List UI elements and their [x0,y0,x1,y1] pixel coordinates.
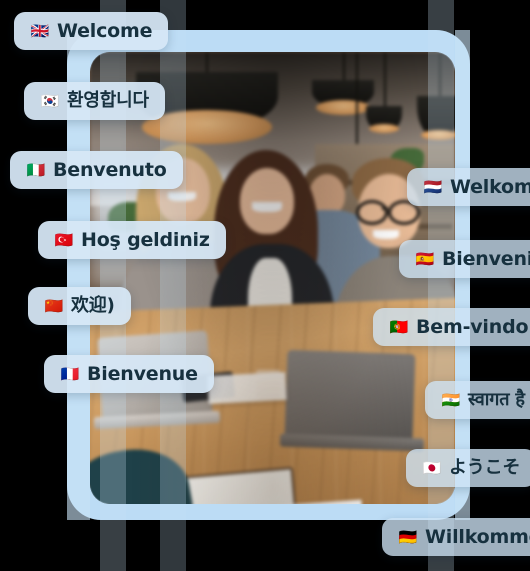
language-chip-label: Bienvenue [87,362,198,385]
language-chip-label: ようこそ [449,457,521,478]
flag-japan-icon: 🇯🇵 [422,458,442,477]
language-chip-label: 환영합니다 [67,90,149,111]
language-chip-label: Benvenuto [53,158,167,181]
language-chip-label: Welkom [450,175,530,198]
flag-italy-icon: 🇮🇹 [26,160,46,179]
language-chip-welcome-hi[interactable]: 🇮🇳 स्वागत है [425,381,530,419]
language-chip-label: 欢迎) [71,295,115,316]
illustration-stage: 🇬🇧 Welcome 🇰🇷 환영합니다 🇮🇹 Benvenuto 🇹🇷 Hoş geldini… [0,0,530,571]
language-chip-welcome-tr[interactable]: 🇹🇷 Hoş geldiniz [38,221,226,259]
flag-united-kingdom-icon: 🇬🇧 [30,21,50,40]
language-chip-label: Bienvenido [442,247,530,270]
language-chip-welcome-es[interactable]: 🇪🇸 Bienvenido [399,240,530,278]
flag-netherlands-icon: 🇳🇱 [423,177,443,196]
flag-china-icon: 🇨🇳 [44,296,64,315]
language-chip-welcome-nl[interactable]: 🇳🇱 Welkom [407,168,530,206]
flag-portugal-icon: 🇵🇹 [389,317,409,336]
flag-turkey-icon: 🇹🇷 [54,230,74,249]
language-chip-welcome-de[interactable]: 🇩🇪 Willkommen [382,518,530,556]
language-chip-welcome-ko[interactable]: 🇰🇷 환영합니다 [24,82,165,120]
language-chip-welcome-fr[interactable]: 🇫🇷 Bienvenue [44,355,214,393]
flag-india-icon: 🇮🇳 [441,390,461,409]
language-chip-label: Willkommen [425,525,530,548]
flag-france-icon: 🇫🇷 [60,364,80,383]
language-chip-welcome-pt[interactable]: 🇵🇹 Bem-vindo [373,308,530,346]
language-chip-label: Welcome [57,19,153,42]
language-chip-welcome-ja[interactable]: 🇯🇵 ようこそ [406,449,530,487]
language-chip-welcome-zh[interactable]: 🇨🇳 欢迎) [28,287,131,325]
language-chip-welcome-it[interactable]: 🇮🇹 Benvenuto [10,151,183,189]
flag-germany-icon: 🇩🇪 [398,527,418,546]
language-chip-label: Bem-vindo [416,315,529,338]
language-chip-welcome-en[interactable]: 🇬🇧 Welcome [14,12,169,50]
language-chip-label: स्वागत है [468,389,525,410]
language-chip-label: Hoş geldiniz [81,228,210,251]
flag-south-korea-icon: 🇰🇷 [40,91,60,110]
flag-spain-icon: 🇪🇸 [415,249,435,268]
